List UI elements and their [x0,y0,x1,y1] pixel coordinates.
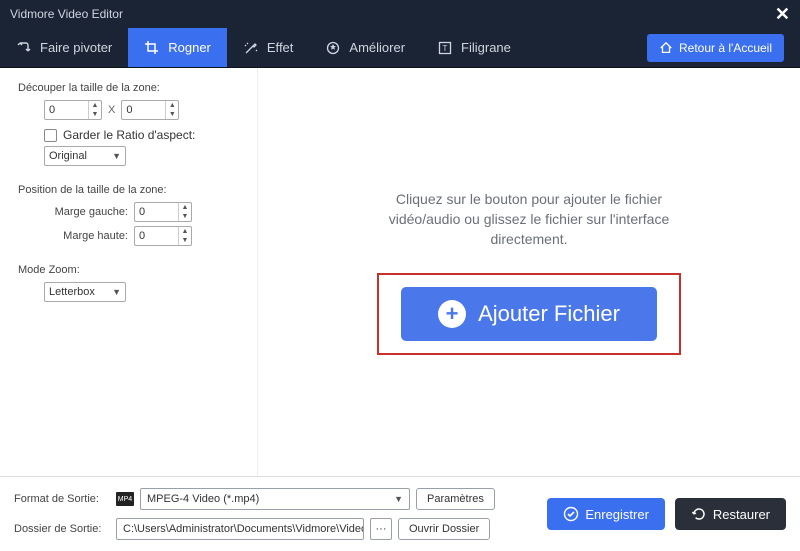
chevron-up-icon[interactable]: ▲ [179,227,191,236]
keep-ratio-checkbox[interactable] [44,129,57,142]
format-icon: MP4 [116,492,134,506]
chevron-up-icon[interactable]: ▲ [179,203,191,212]
chevron-up-icon[interactable]: ▲ [89,101,101,110]
home-button[interactable]: Retour à l'Accueil [647,34,784,62]
close-icon[interactable]: ✕ [775,4,790,25]
svg-text:T: T [443,44,448,53]
chevron-down-icon: ▼ [112,151,121,161]
restore-button-label: Restaurer [713,507,770,522]
sparkle-icon [243,40,259,56]
margin-top-value: 0 [135,230,178,242]
crop-height-input[interactable]: 0 ▲▼ [121,100,179,120]
rotate-icon [16,40,32,56]
chevron-down-icon: ▼ [112,287,121,297]
tab-enhance-label: Améliorer [349,40,405,55]
add-file-highlight: + Ajouter Fichier [377,273,681,355]
chevron-down-icon[interactable]: ▼ [89,110,101,119]
tab-watermark[interactable]: T Filigrane [421,28,527,67]
enhance-icon [325,40,341,56]
check-icon [563,506,579,522]
zoom-mode-select[interactable]: Letterbox ▼ [44,282,126,302]
hint-line: directement. [389,229,670,249]
open-folder-button[interactable]: Ouvrir Dossier [398,518,490,540]
chevron-down-icon[interactable]: ▼ [179,236,191,245]
crop-size-title: Découper la taille de la zone: [18,82,239,94]
add-file-button[interactable]: + Ajouter Fichier [401,287,657,341]
home-icon [659,41,673,55]
add-file-label: Ajouter Fichier [478,301,620,327]
tabbar: Faire pivoter Rogner Effet Améliorer T F… [0,28,800,68]
save-button[interactable]: Enregistrer [547,498,665,530]
browse-folder-button[interactable]: ··· [370,518,392,540]
output-format-value: MPEG-4 Video (*.mp4) [147,493,259,505]
tab-crop-label: Rogner [168,40,211,55]
margin-left-label: Marge gauche: [18,206,128,218]
keep-ratio-label: Garder le Ratio d'aspect: [63,128,195,142]
hint-line: vidéo/audio ou glissez le fichier sur l'… [389,209,670,229]
zoom-mode-value: Letterbox [49,286,95,298]
home-button-label: Retour à l'Accueil [679,41,772,55]
save-button-label: Enregistrer [585,507,649,522]
margin-top-label: Marge haute: [18,230,128,242]
titlebar: Vidmore Video Editor ✕ [0,0,800,28]
canvas-area[interactable]: Cliquez sur le bouton pour ajouter le fi… [258,68,800,476]
settings-button[interactable]: Paramètres [416,488,495,510]
margin-top-input[interactable]: 0 ▲▼ [134,226,192,246]
aspect-ratio-select[interactable]: Original ▼ [44,146,126,166]
drop-hint: Cliquez sur le bouton pour ajouter le fi… [389,189,670,250]
margin-left-value: 0 [135,206,178,218]
sidebar: Découper la taille de la zone: 0 ▲▼ X 0 … [0,68,258,476]
app-title: Vidmore Video Editor [10,7,123,21]
main-area: Découper la taille de la zone: 0 ▲▼ X 0 … [0,68,800,476]
crop-width-input[interactable]: 0 ▲▼ [44,100,102,120]
chevron-down-icon[interactable]: ▼ [166,110,178,119]
position-title: Position de la taille de la zone: [18,184,239,196]
chevron-up-icon[interactable]: ▲ [166,101,178,110]
tab-rotate-label: Faire pivoter [40,40,112,55]
restore-icon [691,506,707,522]
crop-icon [144,40,160,56]
output-folder-label: Dossier de Sortie: [14,523,110,535]
chevron-down-icon: ▼ [394,494,403,504]
tab-rotate[interactable]: Faire pivoter [0,28,128,67]
output-folder-value: C:\Users\Administrator\Documents\Vidmore… [123,523,364,535]
crop-height-value: 0 [122,104,165,116]
margin-left-input[interactable]: 0 ▲▼ [134,202,192,222]
watermark-icon: T [437,40,453,56]
tab-enhance[interactable]: Améliorer [309,28,421,67]
aspect-ratio-value: Original [49,150,87,162]
hint-line: Cliquez sur le bouton pour ajouter le fi… [389,189,670,209]
tab-effect-label: Effet [267,40,294,55]
x-separator: X [108,104,115,116]
tab-watermark-label: Filigrane [461,40,511,55]
output-format-label: Format de Sortie: [14,493,110,505]
zoom-title: Mode Zoom: [18,264,239,276]
crop-width-value: 0 [45,104,88,116]
restore-button[interactable]: Restaurer [675,498,786,530]
plus-icon: + [438,300,466,328]
bottombar: Format de Sortie: MP4 MPEG-4 Video (*.mp… [0,476,800,551]
output-format-select[interactable]: MPEG-4 Video (*.mp4) ▼ [140,488,410,510]
tab-crop[interactable]: Rogner [128,28,227,67]
tab-effect[interactable]: Effet [227,28,310,67]
output-folder-input[interactable]: C:\Users\Administrator\Documents\Vidmore… [116,518,364,540]
chevron-down-icon[interactable]: ▼ [179,212,191,221]
